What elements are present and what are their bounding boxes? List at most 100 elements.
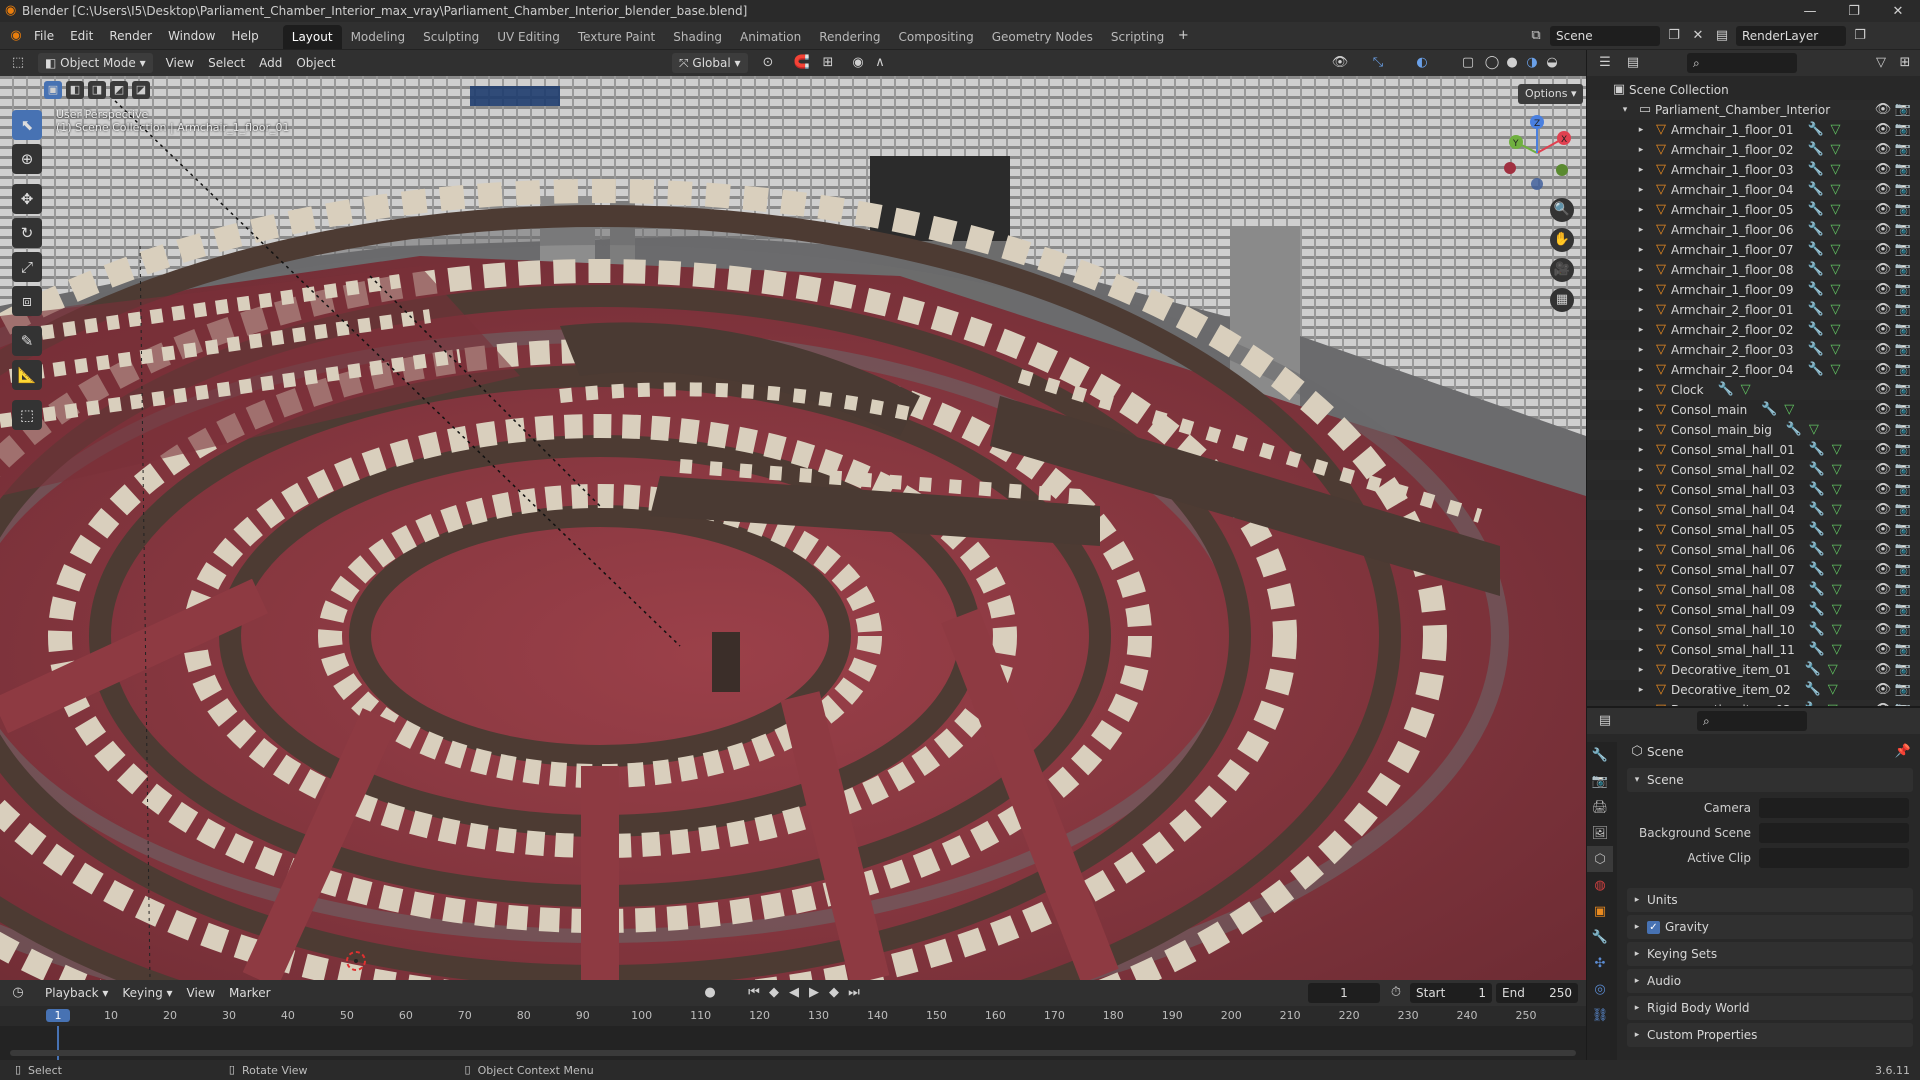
scene-field[interactable]: Scene xyxy=(1550,26,1660,46)
modifier-icon[interactable]: 🔧 xyxy=(1806,200,1826,220)
mesh-data-icon[interactable]: ▽ xyxy=(1826,320,1846,340)
tab-layout[interactable]: Layout xyxy=(282,25,342,49)
timeline-menu-marker[interactable]: Marker xyxy=(222,983,277,1003)
menu-file[interactable]: File xyxy=(26,22,62,50)
3d-viewport[interactable]: ▣ ◧ ◨ ◩ ◪ User Perspective (1) Scene Col… xyxy=(0,76,1586,980)
timeline-scrollbar[interactable] xyxy=(10,1050,1576,1056)
render-camera-icon[interactable]: 📷 xyxy=(1893,660,1913,680)
select-new-icon[interactable]: ▣ xyxy=(44,81,62,99)
remove-scene-icon[interactable]: ✕ xyxy=(1688,26,1708,46)
expand-chevron-icon[interactable]: ▸ xyxy=(1631,380,1651,400)
filter-icon[interactable]: ▽ xyxy=(1871,53,1891,73)
render-camera-icon[interactable]: 📷 xyxy=(1893,200,1913,220)
new-collection-icon[interactable]: ⊞ xyxy=(1895,53,1915,73)
eye-icon[interactable]: 👁 xyxy=(1873,500,1893,520)
modifier-icon[interactable]: 🔧 xyxy=(1806,160,1826,180)
expand-chevron-icon[interactable]: ▸ xyxy=(1631,260,1651,280)
outliner-item[interactable]: ▸ ▽ Armchair_1_floor_06 🔧 ▽ 👁 📷 xyxy=(1587,220,1920,240)
select-invert-icon[interactable]: ◩ xyxy=(110,81,128,99)
expand-chevron-icon[interactable]: ▸ xyxy=(1631,400,1651,420)
tab-rendering[interactable]: Rendering xyxy=(810,25,889,49)
wireframe-shading-icon[interactable]: ◯ xyxy=(1482,53,1502,73)
collection-row[interactable]: ▾ ▭ Parliament_Chamber_Interior 👁 📷 xyxy=(1587,100,1920,120)
tab-compositing[interactable]: Compositing xyxy=(889,25,982,49)
modifier-icon[interactable]: 🔧 xyxy=(1803,680,1823,700)
renderlayer-icon[interactable]: ▤ xyxy=(1712,26,1732,46)
eye-icon[interactable]: 👁 xyxy=(1873,640,1893,660)
tab-shading[interactable]: Shading xyxy=(664,25,731,49)
render-tab-icon[interactable]: 📷 xyxy=(1587,768,1613,794)
modifier-icon[interactable]: 🔧 xyxy=(1806,240,1826,260)
outliner-item[interactable]: ▸ ▽ Clock 🔧 ▽ 👁 📷 xyxy=(1587,380,1920,400)
timeline-menu-keying[interactable]: Keying ▾ xyxy=(115,983,179,1003)
outliner-item[interactable]: ▸ ▽ Armchair_2_floor_01 🔧 ▽ 👁 📷 xyxy=(1587,300,1920,320)
render-camera-icon[interactable]: 📷 xyxy=(1893,440,1913,460)
outliner-item[interactable]: ▸ ▽ Consol_smal_hall_01 🔧 ▽ 👁 📷 xyxy=(1587,440,1920,460)
navigation-gizmo[interactable]: X Y Z xyxy=(1496,112,1578,194)
modifier-icon[interactable]: 🔧 xyxy=(1806,360,1826,380)
outliner-item[interactable]: ▸ ▽ Armchair_2_floor_04 🔧 ▽ 👁 📷 xyxy=(1587,360,1920,380)
expand-chevron-icon[interactable]: ▸ xyxy=(1631,280,1651,300)
outliner-item[interactable]: ▸ ▽ Consol_main_big 🔧 ▽ 👁 📷 xyxy=(1587,420,1920,440)
render-camera-icon[interactable]: 📷 xyxy=(1893,600,1913,620)
render-camera-icon[interactable]: 📷 xyxy=(1893,340,1913,360)
mesh-data-icon[interactable]: ▽ xyxy=(1826,120,1846,140)
modifier-icon[interactable]: 🔧 xyxy=(1807,580,1827,600)
outliner-item[interactable]: ▸ ▽ Consol_smal_hall_11 🔧 ▽ 👁 📷 xyxy=(1587,640,1920,660)
mesh-data-icon[interactable]: ▽ xyxy=(1827,640,1847,660)
modifier-icon[interactable]: 🔧 xyxy=(1806,300,1826,320)
material-shading-icon[interactable]: ◑ xyxy=(1522,53,1542,73)
eye-icon[interactable]: 👁 xyxy=(1873,540,1893,560)
eye-icon[interactable]: 👁 xyxy=(1873,220,1893,240)
xray-icon[interactable]: ▢ xyxy=(1458,53,1478,73)
annotate-tool[interactable]: ✎ xyxy=(12,326,42,356)
viewport-menu-view[interactable]: View xyxy=(159,53,201,73)
property-value-field[interactable] xyxy=(1759,798,1909,818)
expand-chevron-icon[interactable]: ▸ xyxy=(1631,560,1651,580)
panel-rigid-body-world[interactable]: ▸ Rigid Body World xyxy=(1627,996,1913,1020)
modifier-icon[interactable]: 🔧 xyxy=(1807,440,1827,460)
mesh-data-icon[interactable]: ▽ xyxy=(1826,140,1846,160)
expand-chevron-icon[interactable]: ▸ xyxy=(1631,540,1651,560)
expand-chevron-icon[interactable]: ▸ xyxy=(1631,120,1651,140)
expand-chevron-icon[interactable]: ▸ xyxy=(1631,500,1651,520)
properties-editor-icon[interactable]: ▤ xyxy=(1595,711,1615,731)
tab-geometry-nodes[interactable]: Geometry Nodes xyxy=(983,25,1102,49)
render-camera-icon[interactable]: 📷 xyxy=(1893,380,1913,400)
modifier-icon[interactable]: 🔧 xyxy=(1807,460,1827,480)
jump-start-icon[interactable]: ⏮ xyxy=(744,983,764,1003)
outliner-item[interactable]: ▸ ▽ Armchair_1_floor_02 🔧 ▽ 👁 📷 xyxy=(1587,140,1920,160)
mesh-data-icon[interactable]: ▽ xyxy=(1736,380,1756,400)
render-camera-icon[interactable]: 📷 xyxy=(1893,400,1913,420)
outliner-item[interactable]: ▸ ▽ Consol_smal_hall_09 🔧 ▽ 👁 📷 xyxy=(1587,600,1920,620)
timeline-editor-icon[interactable]: ◷ xyxy=(8,983,28,1003)
outliner-item[interactable]: ▸ ▽ Consol_smal_hall_10 🔧 ▽ 👁 📷 xyxy=(1587,620,1920,640)
timeline-menu-view[interactable]: View xyxy=(180,983,222,1003)
scale-tool[interactable]: ⤢ xyxy=(12,252,42,282)
eye-icon[interactable]: 👁 xyxy=(1873,380,1893,400)
outliner-item[interactable]: ▸ ▽ Armchair_1_floor_09 🔧 ▽ 👁 📷 xyxy=(1587,280,1920,300)
modifier-icon[interactable]: 🔧 xyxy=(1806,140,1826,160)
render-camera-icon[interactable]: 📷 xyxy=(1893,120,1913,140)
modifier-icon[interactable]: 🔧 xyxy=(1807,500,1827,520)
scene-panel-header[interactable]: ▾ Scene xyxy=(1627,768,1913,792)
eye-icon[interactable]: 👁 xyxy=(1873,400,1893,420)
snap-target-icon[interactable]: ⊞ xyxy=(818,53,838,73)
renderlayer-field[interactable]: RenderLayer xyxy=(1736,26,1846,46)
outliner-item[interactable]: ▸ ▽ Consol_smal_hall_03 🔧 ▽ 👁 📷 xyxy=(1587,480,1920,500)
record-icon[interactable]: ● xyxy=(700,983,720,1003)
eye-icon[interactable]: 👁 xyxy=(1873,580,1893,600)
eye-icon[interactable]: 👁 xyxy=(1873,480,1893,500)
play-icon[interactable]: ▶ xyxy=(804,983,824,1003)
outliner-item[interactable]: ▸ ▽ Armchair_1_floor_05 🔧 ▽ 👁 📷 xyxy=(1587,200,1920,220)
eye-icon[interactable]: 👁 xyxy=(1873,200,1893,220)
expand-chevron-icon[interactable]: ▸ xyxy=(1631,300,1651,320)
current-frame-field[interactable]: 1 xyxy=(1308,983,1380,1003)
mesh-data-icon[interactable]: ▽ xyxy=(1823,680,1843,700)
outliner-item[interactable]: ▸ ▽ Consol_smal_hall_05 🔧 ▽ 👁 📷 xyxy=(1587,520,1920,540)
render-camera-icon[interactable]: 📷 xyxy=(1893,360,1913,380)
tab-scripting[interactable]: Scripting xyxy=(1102,25,1173,49)
outliner-item[interactable]: ▸ ▽ Consol_main 🔧 ▽ 👁 📷 xyxy=(1587,400,1920,420)
modifier-icon[interactable]: 🔧 xyxy=(1807,640,1827,660)
solid-shading-icon[interactable]: ● xyxy=(1502,53,1522,73)
